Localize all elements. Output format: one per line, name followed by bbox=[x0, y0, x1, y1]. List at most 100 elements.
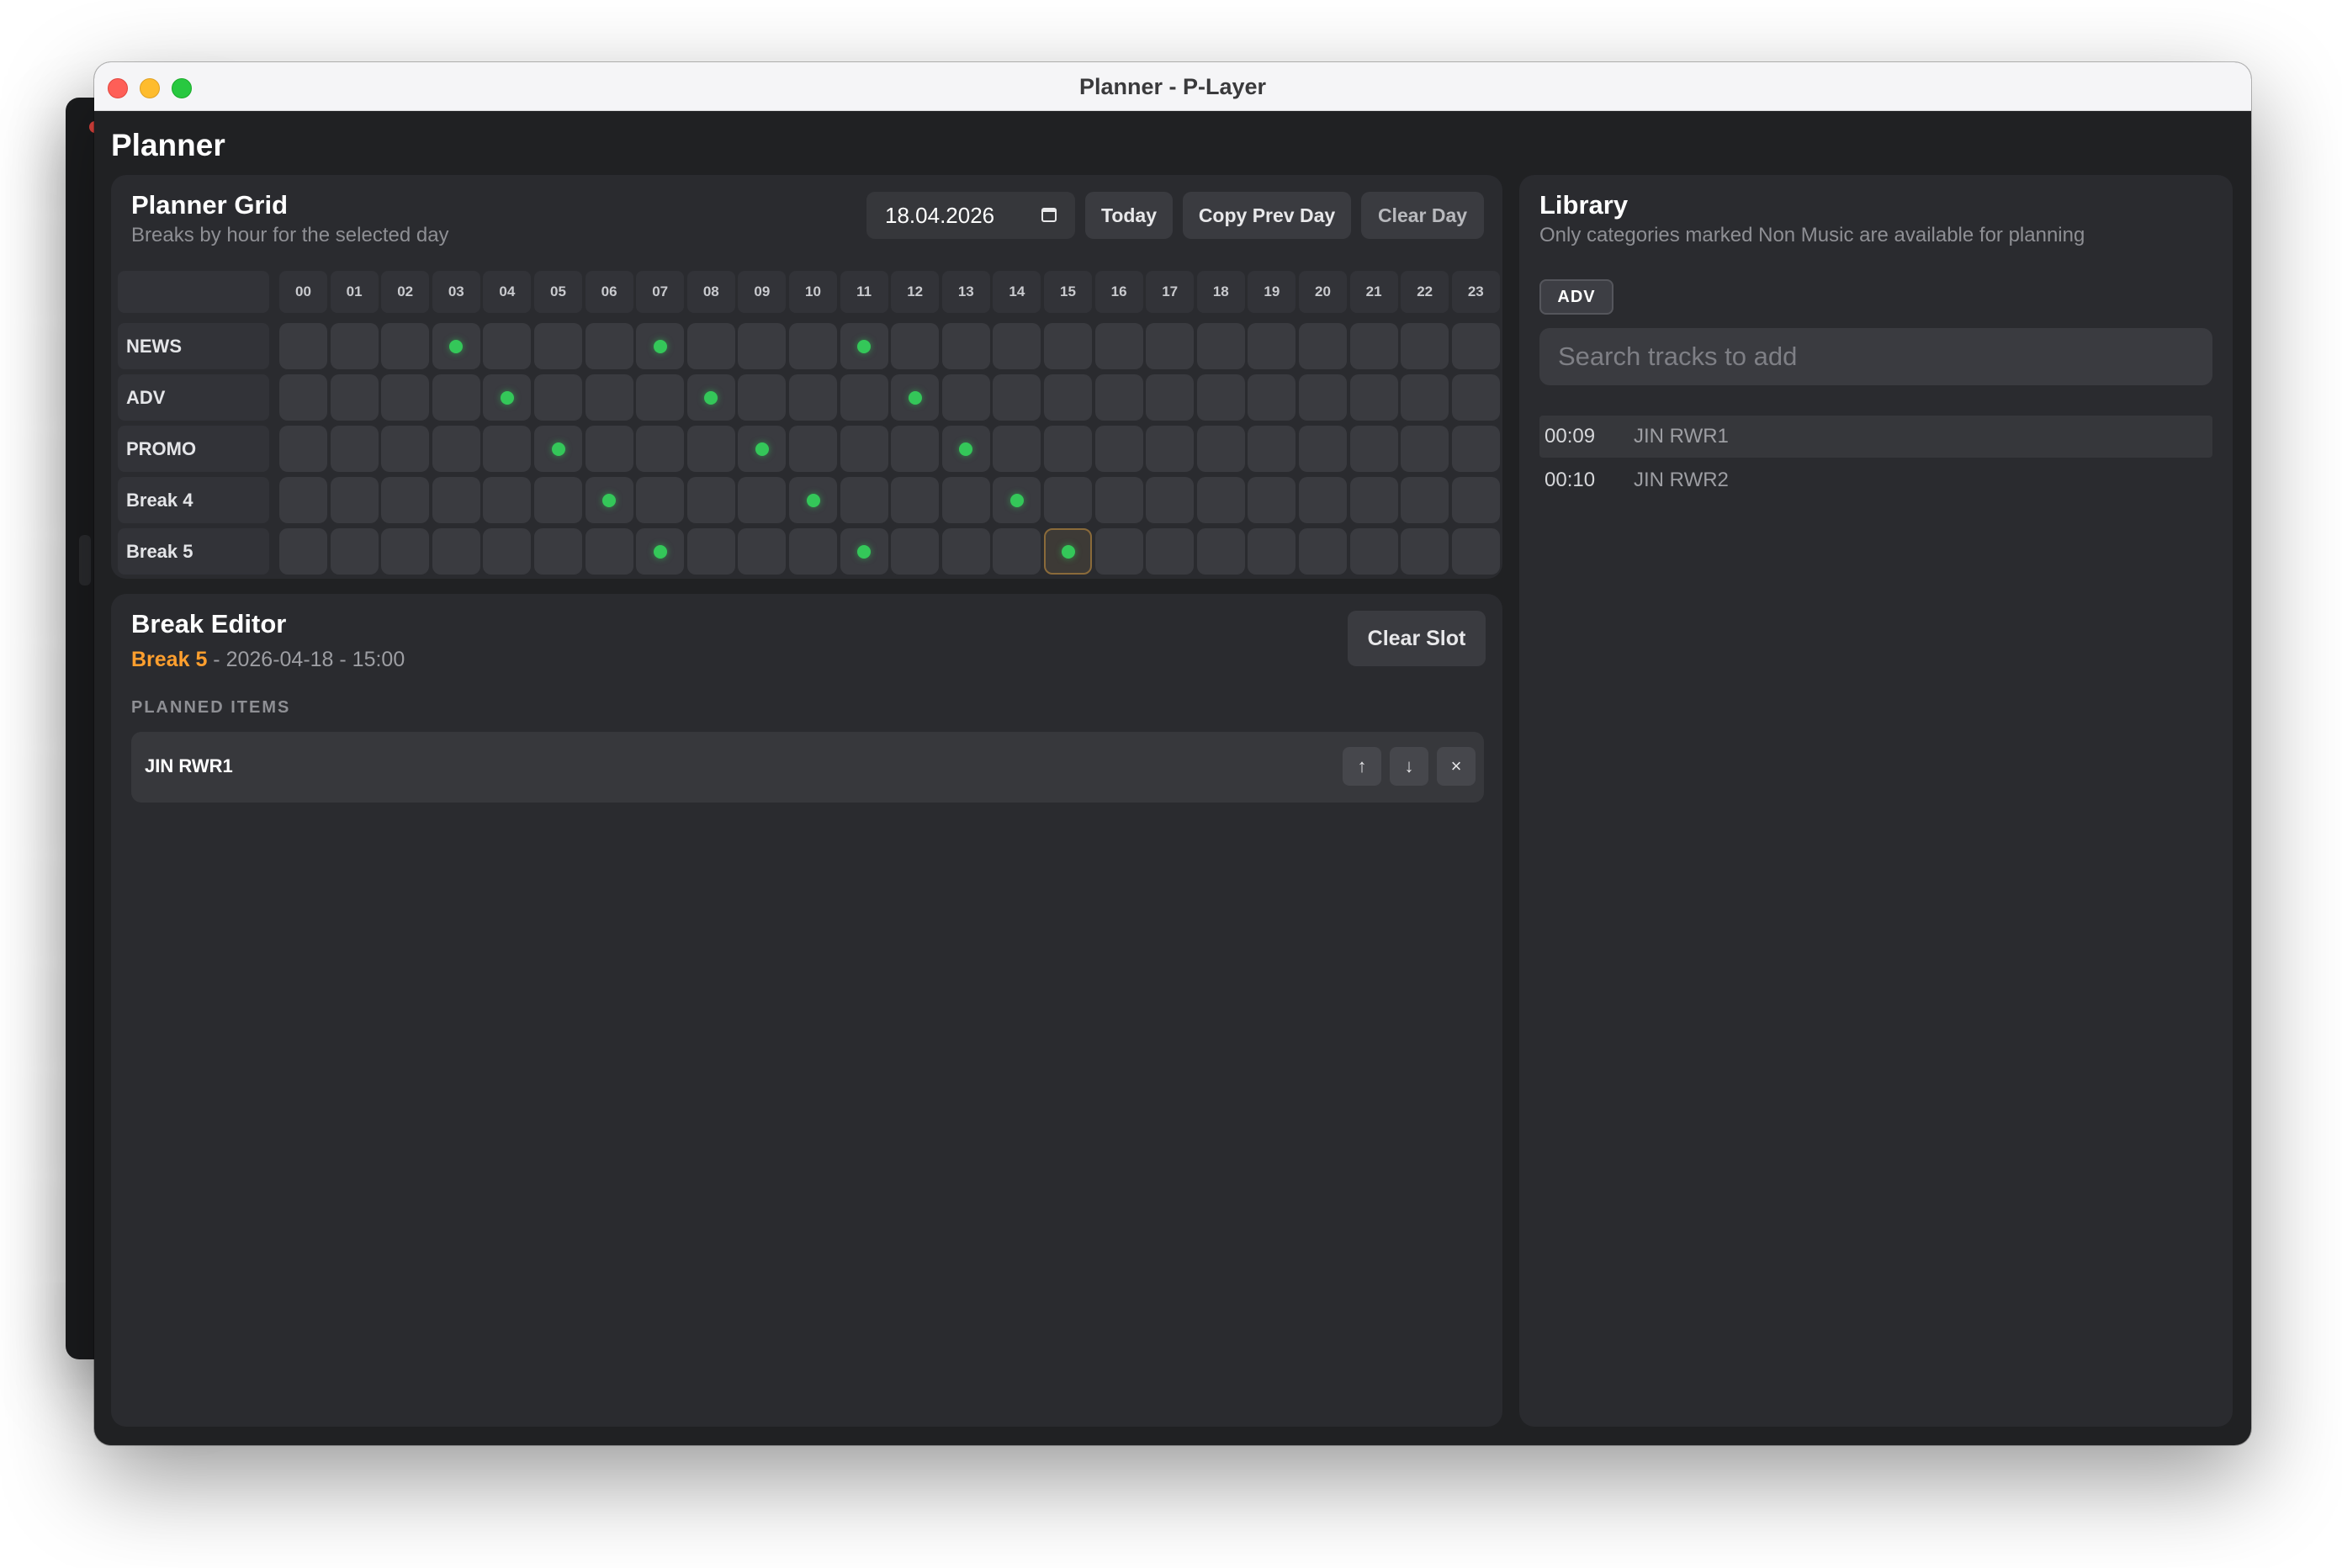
grid-cell[interactable] bbox=[993, 426, 1041, 472]
grid-cell[interactable] bbox=[381, 477, 430, 523]
grid-cell[interactable] bbox=[941, 426, 990, 472]
grid-cell[interactable] bbox=[738, 323, 787, 369]
planned-item-row[interactable]: JIN RWR1 ↑ ↓ × bbox=[131, 732, 1484, 803]
grid-cell[interactable] bbox=[1451, 374, 1500, 421]
grid-cell[interactable] bbox=[1196, 426, 1245, 472]
grid-cell[interactable] bbox=[738, 477, 787, 523]
grid-cell[interactable] bbox=[840, 528, 888, 575]
grid-cell[interactable] bbox=[993, 528, 1041, 575]
grid-cell[interactable] bbox=[585, 374, 633, 421]
grid-cell[interactable] bbox=[1146, 528, 1195, 575]
grid-cell[interactable] bbox=[1349, 426, 1398, 472]
grid-cell[interactable] bbox=[941, 323, 990, 369]
grid-cell[interactable] bbox=[686, 323, 735, 369]
library-track-row[interactable]: 00:10 JIN RWR2 bbox=[1539, 459, 2212, 501]
grid-cell[interactable] bbox=[483, 323, 532, 369]
grid-cell[interactable] bbox=[330, 374, 379, 421]
grid-cell[interactable] bbox=[279, 477, 327, 523]
date-picker[interactable]: 18.04.2026 bbox=[866, 192, 1075, 239]
grid-cell[interactable] bbox=[1196, 528, 1245, 575]
grid-cell[interactable] bbox=[1146, 477, 1195, 523]
grid-cell[interactable] bbox=[1401, 323, 1449, 369]
grid-cell[interactable] bbox=[432, 426, 480, 472]
clear-slot-button[interactable]: Clear Slot bbox=[1348, 611, 1486, 666]
grid-cell[interactable] bbox=[1349, 528, 1398, 575]
grid-cell[interactable] bbox=[1094, 426, 1143, 472]
grid-cell[interactable] bbox=[1146, 323, 1195, 369]
grid-cell[interactable] bbox=[585, 528, 633, 575]
grid-cell[interactable] bbox=[1299, 528, 1347, 575]
calendar-icon[interactable] bbox=[1041, 207, 1057, 222]
grid-cell[interactable] bbox=[1401, 528, 1449, 575]
grid-cell[interactable] bbox=[686, 374, 735, 421]
grid-cell[interactable] bbox=[1451, 477, 1500, 523]
grid-cell[interactable] bbox=[1248, 528, 1296, 575]
grid-cell[interactable] bbox=[279, 426, 327, 472]
grid-cell[interactable] bbox=[1044, 426, 1092, 472]
clear-day-button[interactable]: Clear Day bbox=[1361, 192, 1484, 239]
grid-cell[interactable] bbox=[1299, 426, 1347, 472]
grid-cell[interactable] bbox=[1248, 323, 1296, 369]
grid-cell[interactable] bbox=[1451, 323, 1500, 369]
grid-cell[interactable] bbox=[636, 477, 685, 523]
grid-cell[interactable] bbox=[1094, 477, 1143, 523]
grid-cell[interactable] bbox=[686, 426, 735, 472]
grid-cell[interactable] bbox=[941, 528, 990, 575]
grid-cell[interactable] bbox=[840, 477, 888, 523]
grid-cell[interactable] bbox=[381, 374, 430, 421]
grid-cell[interactable] bbox=[891, 528, 940, 575]
grid-cell[interactable] bbox=[891, 374, 940, 421]
grid-cell[interactable] bbox=[534, 477, 582, 523]
grid-cell[interactable] bbox=[1094, 528, 1143, 575]
grid-cell[interactable] bbox=[1349, 374, 1398, 421]
grid-cell[interactable] bbox=[1146, 374, 1195, 421]
copy-prev-day-button[interactable]: Copy Prev Day bbox=[1183, 192, 1351, 239]
grid-cell[interactable] bbox=[738, 374, 787, 421]
grid-cell[interactable] bbox=[1196, 477, 1245, 523]
move-up-button[interactable]: ↑ bbox=[1343, 747, 1381, 786]
grid-cell[interactable] bbox=[1196, 323, 1245, 369]
grid-cell[interactable] bbox=[789, 426, 837, 472]
grid-cell[interactable] bbox=[585, 426, 633, 472]
grid-cell[interactable] bbox=[585, 477, 633, 523]
grid-cell[interactable] bbox=[1248, 426, 1296, 472]
grid-cell[interactable] bbox=[1146, 426, 1195, 472]
grid-cell[interactable] bbox=[1299, 374, 1347, 421]
grid-cell[interactable] bbox=[483, 477, 532, 523]
grid-cell[interactable] bbox=[534, 323, 582, 369]
grid-cell[interactable] bbox=[1094, 374, 1143, 421]
grid-cell[interactable] bbox=[941, 477, 990, 523]
grid-cell[interactable] bbox=[1349, 477, 1398, 523]
grid-cell[interactable] bbox=[840, 374, 888, 421]
grid-cell[interactable] bbox=[381, 528, 430, 575]
grid-cell[interactable] bbox=[1401, 374, 1449, 421]
grid-cell[interactable] bbox=[636, 323, 685, 369]
grid-cell[interactable] bbox=[993, 374, 1041, 421]
move-down-button[interactable]: ↓ bbox=[1390, 747, 1428, 786]
grid-cell[interactable] bbox=[789, 323, 837, 369]
grid-cell[interactable] bbox=[279, 528, 327, 575]
grid-cell[interactable] bbox=[1094, 323, 1143, 369]
grid-cell[interactable] bbox=[1349, 323, 1398, 369]
grid-cell[interactable] bbox=[1248, 477, 1296, 523]
grid-cell[interactable] bbox=[636, 528, 685, 575]
grid-cell[interactable] bbox=[330, 477, 379, 523]
grid-cell[interactable] bbox=[891, 477, 940, 523]
grid-cell[interactable] bbox=[738, 528, 787, 575]
library-track-row[interactable]: 00:09 JIN RWR1 bbox=[1539, 416, 2212, 458]
grid-cell[interactable] bbox=[1401, 426, 1449, 472]
grid-cell[interactable] bbox=[432, 477, 480, 523]
grid-cell[interactable] bbox=[891, 426, 940, 472]
grid-cell[interactable] bbox=[1044, 323, 1092, 369]
grid-cell[interactable] bbox=[432, 323, 480, 369]
grid-cell[interactable] bbox=[1044, 528, 1092, 575]
grid-cell[interactable] bbox=[686, 477, 735, 523]
grid-cell[interactable] bbox=[636, 426, 685, 472]
grid-cell[interactable] bbox=[686, 528, 735, 575]
today-button[interactable]: Today bbox=[1085, 192, 1173, 239]
grid-cell[interactable] bbox=[381, 323, 430, 369]
grid-cell[interactable] bbox=[789, 528, 837, 575]
grid-cell[interactable] bbox=[432, 374, 480, 421]
grid-cell[interactable] bbox=[330, 528, 379, 575]
grid-cell[interactable] bbox=[483, 426, 532, 472]
